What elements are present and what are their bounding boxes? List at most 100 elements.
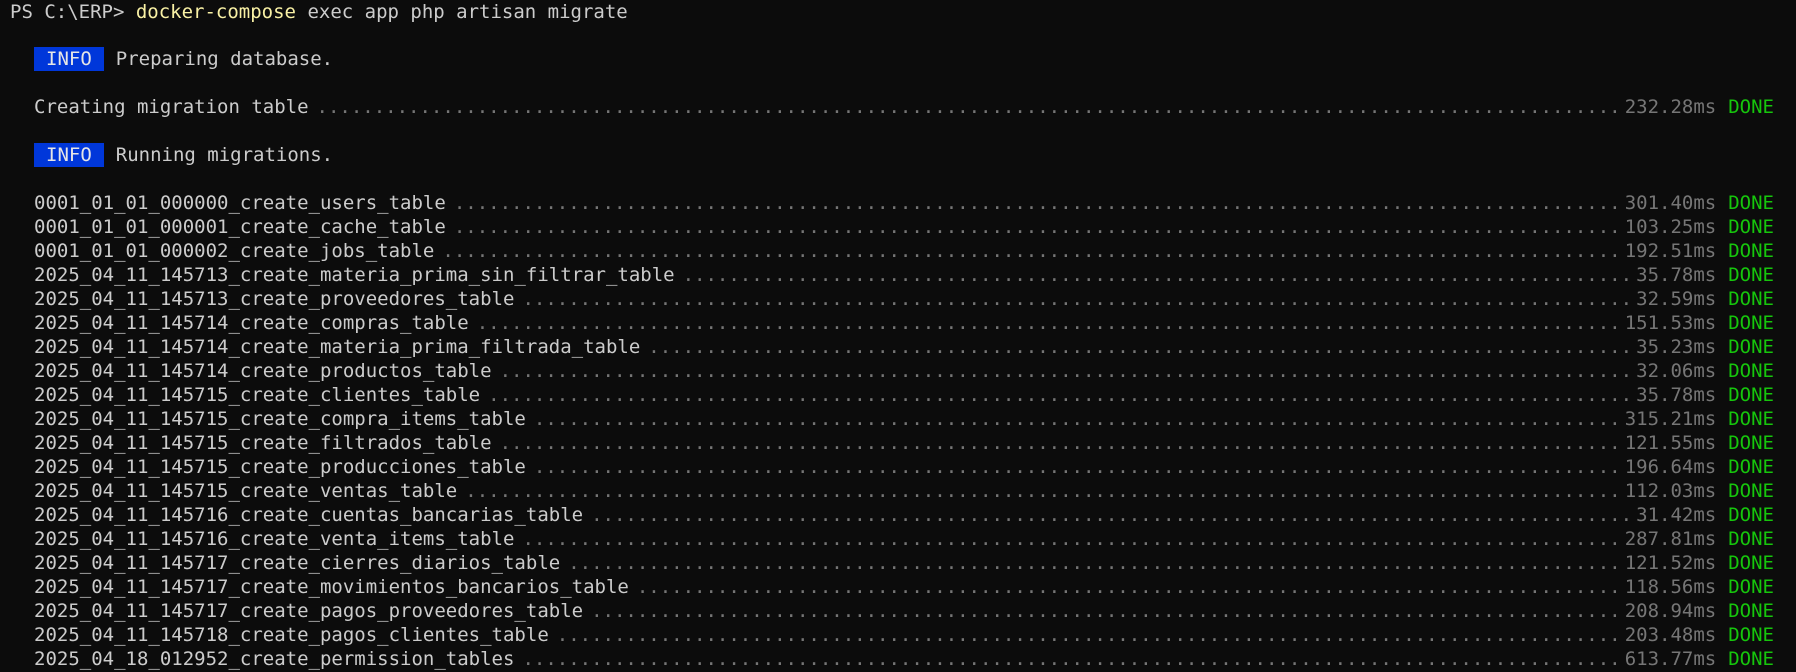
migration-name: 0001_01_01_000000_create_users_table [34, 192, 446, 214]
task-duration: 232.28ms [1624, 96, 1717, 118]
dot-leader [500, 359, 1629, 383]
migration-duration: 35.78ms [1636, 384, 1717, 406]
migration-duration: 192.51ms [1624, 240, 1717, 262]
info-preparing-line: INFO Preparing database. [34, 47, 333, 71]
migration-duration: 613.77ms [1624, 648, 1717, 670]
migration-row: 2025_04_11_145713_create_proveedores_tab… [34, 287, 1774, 311]
info-text: Running migrations. [115, 144, 334, 166]
migration-status: DONE [1728, 264, 1774, 286]
migration-name: 2025_04_11_145714_create_productos_table [34, 360, 492, 382]
migration-status: DONE [1728, 600, 1774, 622]
migration-status: DONE [1728, 552, 1774, 574]
dot-leader [522, 287, 1628, 311]
migration-row: 2025_04_11_145713_create_materia_prima_s… [34, 263, 1774, 287]
migration-row: 2025_04_11_145715_create_filtrados_table… [34, 431, 1774, 455]
migration-name: 0001_01_01_000002_create_jobs_table [34, 240, 435, 262]
migration-duration: 301.40ms [1624, 192, 1717, 214]
dot-leader [454, 215, 1617, 239]
dot-leader [568, 551, 1617, 575]
migration-name: 2025_04_11_145717_create_pagos_proveedor… [34, 600, 584, 622]
migration-duration: 35.78ms [1636, 264, 1717, 286]
migration-duration: 32.59ms [1636, 288, 1717, 310]
migration-row: 2025_04_18_012952_create_permission_tabl… [34, 647, 1774, 671]
dot-leader [534, 407, 1617, 431]
migration-name: 2025_04_11_145717_create_movimientos_ban… [34, 576, 629, 598]
dot-leader [591, 599, 1617, 623]
info-badge: INFO [34, 47, 104, 71]
migration-row: 2025_04_11_145718_create_pagos_clientes_… [34, 623, 1774, 647]
migration-duration: 103.25ms [1624, 216, 1717, 238]
migration-status: DONE [1728, 576, 1774, 598]
migration-status: DONE [1728, 192, 1774, 214]
migration-name: 2025_04_11_145715_create_clientes_table [34, 384, 481, 406]
task-name: Creating migration table [34, 96, 309, 118]
dot-leader [477, 311, 1617, 335]
prompt-prefix: PS C:\ERP> [10, 1, 136, 23]
dot-leader [522, 527, 1616, 551]
migration-row: 2025_04_11_145717_create_cierres_diarios… [34, 551, 1774, 575]
migration-name: 2025_04_11_145713_create_materia_prima_s… [34, 264, 675, 286]
migration-duration: 151.53ms [1624, 312, 1717, 334]
migration-status: DONE [1728, 240, 1774, 262]
migration-row: 0001_01_01_000001_create_cache_table 103.… [34, 215, 1774, 239]
dot-leader [500, 431, 1617, 455]
migration-name: 2025_04_11_145715_create_ventas_table [34, 480, 458, 502]
migration-duration: 118.56ms [1624, 576, 1717, 598]
migration-status: DONE [1728, 336, 1774, 358]
migration-row: 2025_04_11_145714_create_productos_table… [34, 359, 1774, 383]
migration-status: DONE [1728, 312, 1774, 334]
info-badge: INFO [34, 143, 104, 167]
dot-leader [648, 335, 1628, 359]
migration-row: 2025_04_11_145717_create_movimientos_ban… [34, 575, 1774, 599]
migration-name: 2025_04_11_145716_create_venta_items_tab… [34, 528, 515, 550]
migration-duration: 112.03ms [1624, 480, 1717, 502]
migration-name: 2025_04_11_145718_create_pagos_clientes_… [34, 624, 549, 646]
migration-status: DONE [1728, 360, 1774, 382]
migration-duration: 121.55ms [1624, 432, 1717, 454]
info-running-line: INFO Running migrations. [34, 143, 333, 167]
migration-duration: 32.06ms [1636, 360, 1717, 382]
migration-status: DONE [1728, 624, 1774, 646]
migration-row: 2025_04_11_145715_create_clientes_table 3… [34, 383, 1774, 407]
migration-row: 2025_04_11_145717_create_pagos_proveedor… [34, 599, 1774, 623]
migration-status: DONE [1728, 504, 1774, 526]
migration-duration: 31.42ms [1636, 504, 1717, 526]
migration-name: 2025_04_18_012952_create_permission_tabl… [34, 648, 515, 670]
migration-status: DONE [1728, 480, 1774, 502]
migration-name: 2025_04_11_145713_create_proveedores_tab… [34, 288, 515, 310]
command-line: PS C:\ERP> docker-compose exec app php a… [10, 0, 628, 24]
dot-leader [317, 95, 1617, 119]
dot-leader [454, 191, 1617, 215]
dot-leader [442, 239, 1616, 263]
dot-leader [534, 455, 1617, 479]
migration-status: DONE [1728, 216, 1774, 238]
migration-row: 0001_01_01_000002_create_jobs_table 192.5… [34, 239, 1774, 263]
dot-leader [591, 503, 1628, 527]
dot-leader [488, 383, 1628, 407]
dot-leader [683, 263, 1629, 287]
migration-row: 2025_04_11_145714_create_compras_table 15… [34, 311, 1774, 335]
info-text: Preparing database. [115, 48, 334, 70]
migration-duration: 196.64ms [1624, 456, 1717, 478]
migration-name: 2025_04_11_145714_create_materia_prima_f… [34, 336, 641, 358]
dot-leader [637, 575, 1617, 599]
migration-duration: 203.48ms [1624, 624, 1717, 646]
terminal-window[interactable]: PS C:\ERP> docker-compose exec app php a… [0, 0, 1796, 672]
migration-name: 2025_04_11_145714_create_compras_table [34, 312, 469, 334]
migration-name: 2025_04_11_145715_create_compra_items_ta… [34, 408, 526, 430]
migration-duration: 315.21ms [1624, 408, 1717, 430]
migration-duration: 287.81ms [1624, 528, 1717, 550]
migration-status: DONE [1728, 432, 1774, 454]
migration-name: 2025_04_11_145715_create_filtrados_table [34, 432, 492, 454]
creating-migration-table-row: Creating migration table 232.28ms DONE [34, 95, 1774, 119]
migration-name: 2025_04_11_145717_create_cierres_diarios… [34, 552, 561, 574]
command-args: exec app php artisan migrate [296, 1, 628, 23]
migration-duration: 121.52ms [1624, 552, 1717, 574]
migration-row: 2025_04_11_145715_create_producciones_ta… [34, 455, 1774, 479]
migration-row: 2025_04_11_145715_create_compra_items_ta… [34, 407, 1774, 431]
migration-duration: 35.23ms [1636, 336, 1717, 358]
dot-leader [522, 647, 1616, 671]
migration-status: DONE [1728, 384, 1774, 406]
migration-status: DONE [1728, 408, 1774, 430]
migration-name: 2025_04_11_145715_create_producciones_ta… [34, 456, 526, 478]
